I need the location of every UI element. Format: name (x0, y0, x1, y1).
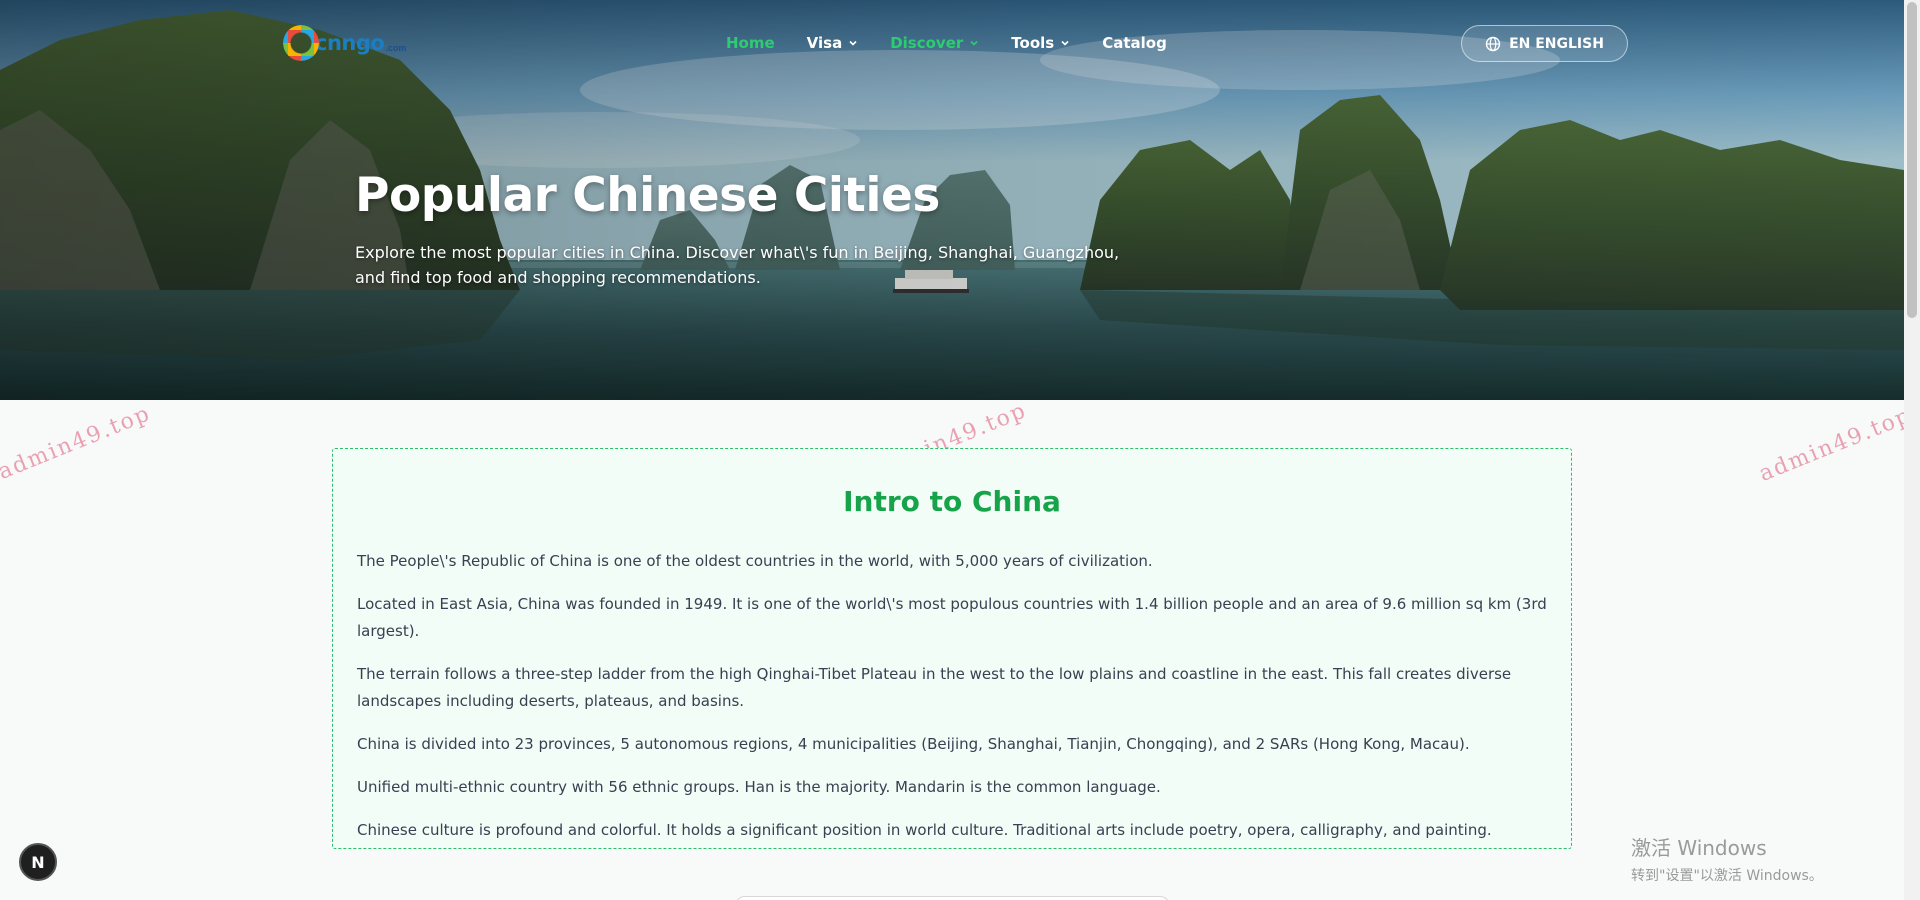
intro-paragraph: Unified multi-ethnic country with 56 eth… (357, 778, 1161, 796)
intro-title: Intro to China (843, 485, 1061, 518)
nav-item-discover[interactable]: Discover (890, 34, 979, 52)
globe-icon (1485, 36, 1501, 51)
nav-item-label: Catalog (1102, 34, 1167, 52)
hero-description: Explore the most popular cities in China… (355, 243, 1120, 287)
windows-activation-notice: 激活 Windows 转到"设置"以激活 Windows。 (1631, 832, 1823, 885)
nav-item-home[interactable]: Home (726, 34, 775, 52)
watermark-left: admin49.top (0, 400, 155, 485)
nav-item-label: Home (726, 34, 775, 52)
activation-subtitle: 转到"设置"以激活 Windows。 (1631, 868, 1823, 884)
dev-tools-badge[interactable]: N (19, 843, 57, 881)
watermark-right: admin49.top (1755, 402, 1916, 487)
intro-body: The People\'s Republic of China is one o… (357, 548, 1552, 860)
page-title: Popular Chinese Cities (355, 168, 940, 223)
nav-item-label: Tools (1011, 34, 1055, 52)
nav-item-catalog[interactable]: Catalog (1102, 34, 1167, 52)
main-navigation: Home Visa Discover Tools Catalog (726, 34, 1167, 52)
activation-title: 激活 Windows (1631, 836, 1767, 860)
language-selector-button[interactable]: EN ENGLISH (1461, 25, 1628, 62)
intro-paragraph: The People\'s Republic of China is one o… (357, 552, 1153, 570)
page-scrollbar[interactable] (1904, 0, 1920, 900)
nav-item-tools[interactable]: Tools (1011, 34, 1070, 52)
logo-domain: .com (385, 43, 407, 53)
nav-item-visa[interactable]: Visa (807, 34, 859, 52)
logo-mark-icon (283, 25, 319, 61)
chevron-down-icon (849, 40, 857, 46)
site-logo[interactable]: cnngo .com (283, 24, 406, 62)
nav-item-label: Discover (890, 34, 964, 52)
next-section-card (735, 896, 1170, 900)
intro-paragraph: Chinese culture is profound and colorful… (357, 821, 1492, 839)
hero-banner: cnngo .com Home Visa Discover Tools Cata… (0, 0, 1904, 400)
intro-paragraph: The terrain follows a three-step ladder … (357, 665, 1512, 710)
logo-text: cnngo (315, 31, 385, 55)
chevron-down-icon (1061, 40, 1069, 46)
language-label: EN ENGLISH (1509, 35, 1604, 52)
intro-paragraph: China is divided into 23 provinces, 5 au… (357, 735, 1470, 753)
chevron-down-icon (970, 40, 978, 46)
intro-card: Intro to China The People\'s Republic of… (332, 448, 1572, 849)
scrollbar-thumb[interactable] (1907, 2, 1917, 318)
intro-paragraph: Located in East Asia, China was founded … (357, 595, 1547, 640)
nav-item-label: Visa (806, 34, 843, 52)
